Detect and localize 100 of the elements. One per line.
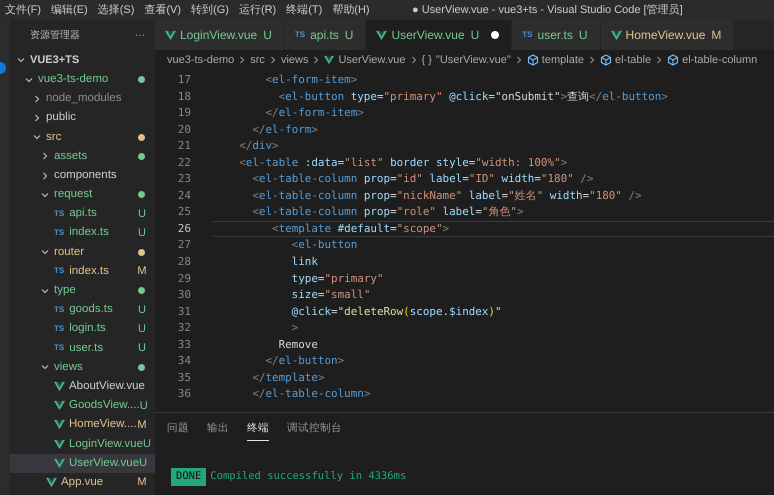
tree-item[interactable]: TS login.ts U: [10, 319, 155, 339]
ts-file-icon: TS: [54, 227, 64, 240]
breadcrumb-item[interactable]: "UserView.vue": [436, 52, 511, 68]
line-number: 25: [176, 204, 191, 220]
breadcrumb-item[interactable]: el-table-column: [682, 52, 758, 68]
line-number: 17: [176, 72, 191, 88]
vue-file-icon: [376, 30, 388, 40]
tree-item[interactable]: router: [10, 242, 155, 262]
status-badge: DONE: [171, 468, 206, 486]
breadcrumb-item[interactable]: vue3-ts-demo: [167, 52, 234, 68]
cube-icon: [667, 54, 680, 66]
code-line: <el-form-item>: [264, 72, 358, 88]
menu-item[interactable]: 选择(S): [92, 0, 140, 20]
vue-file-icon: [165, 30, 176, 40]
tree-item[interactable]: TS index.ts M: [10, 262, 155, 282]
line-number: 21: [176, 138, 191, 154]
code-line: </el-form-item>: [264, 105, 365, 122]
cube-icon: [600, 54, 612, 66]
code-line: <el-table-column prop="id" label="ID" width="180" />: [251, 171, 594, 188]
breadcrumb-item[interactable]: views: [280, 52, 308, 68]
line-number: 20: [176, 122, 191, 138]
line-number: 31: [176, 304, 191, 320]
chevron-right-icon[interactable]: [32, 112, 42, 123]
more-actions-button[interactable]: ···: [135, 28, 145, 42]
line-number: 26: [176, 220, 191, 237]
code-line: type="primary": [290, 270, 384, 287]
menu-item[interactable]: 终端(T): [281, 0, 328, 20]
line-number: 36: [176, 386, 191, 402]
unsaved-dot: [491, 31, 500, 39]
tree-item[interactable]: components: [10, 166, 155, 186]
code-line: <el-button type="primary" @click="onSubmit">查询</el-button>: [278, 88, 669, 105]
line-number: 24: [176, 188, 191, 204]
tree-item[interactable]: HomeView....M: [10, 415, 155, 435]
tree-item[interactable]: TS index.ts U: [10, 224, 155, 243]
vue-file-icon: [46, 477, 57, 488]
tree-item[interactable]: public: [10, 108, 155, 128]
editor-tab[interactable]: TS user.ts U: [512, 20, 601, 50]
chevron-right-icon[interactable]: [32, 94, 42, 104]
tree-item[interactable]: type: [10, 281, 155, 300]
vue-file-icon: [54, 381, 65, 392]
window-title: ● UserView.vue - vue3+ts - Visual Studio Code [管理员]: [412, 3, 683, 18]
braces-icon: { }: [422, 52, 432, 68]
tree-item[interactable]: src: [10, 128, 155, 147]
code-line: @click="deleteRow(scope.$index)": [290, 304, 503, 320]
code-line: <el-table-column prop="nickName" label="姓名" width="180" />: [251, 188, 643, 204]
menu-item[interactable]: 文件(F): [0, 0, 46, 20]
line-number: 28: [176, 254, 191, 270]
ts-file-icon: TS: [54, 265, 64, 278]
vue-file-icon: [54, 419, 65, 430]
ts-file-icon: TS: [54, 323, 64, 336]
sidebar-title: 资源管理器: [30, 28, 80, 42]
breadcrumb-item[interactable]: src: [250, 52, 265, 68]
menu-item[interactable]: 编辑(E): [46, 0, 93, 20]
tree-item[interactable]: App.vue M: [10, 472, 155, 492]
tree-item[interactable]: UserView.vueU: [10, 454, 155, 473]
code-line: <el-table-column prop="role" label="角色">: [251, 204, 525, 220]
tree-item[interactable]: TS user.ts U: [10, 338, 155, 358]
line-number: 34: [176, 353, 191, 370]
code-line: </el-table-column>: [251, 386, 372, 402]
chevron-down-icon[interactable]: [16, 55, 26, 65]
line-number: 32: [176, 320, 191, 336]
cube-icon: [526, 54, 539, 66]
tree-item[interactable]: assets: [10, 146, 155, 166]
chevron-right-icon[interactable]: [40, 170, 50, 181]
ts-file-icon: TS: [54, 342, 64, 354]
line-number: 19: [176, 105, 191, 122]
panel-tab[interactable]: 问题: [167, 413, 189, 441]
breadcrumb-item[interactable]: template: [542, 52, 584, 68]
line-number: 30: [176, 287, 191, 304]
editor-tab[interactable]: HomeView.vue M: [600, 20, 734, 50]
tree-item[interactable]: vue3-ts-demo: [10, 70, 155, 90]
tree-item[interactable]: views: [10, 358, 155, 377]
panel-tab[interactable]: 调试控制台: [287, 413, 342, 441]
code-line: </template>: [251, 370, 326, 386]
tree-item[interactable]: node_modules: [10, 89, 155, 108]
tree-item[interactable]: GoodsView....U: [10, 396, 155, 416]
menu-item[interactable]: 转到(G): [186, 0, 234, 20]
code-line: <el-table :data="list" border style="width: 100%">: [238, 154, 568, 171]
editor-tab[interactable]: LoginView.vue U: [155, 20, 285, 50]
tree-item[interactable]: LoginView.vueU: [10, 434, 155, 454]
tree-item[interactable]: request: [10, 185, 155, 204]
tree-item[interactable]: TS goods.ts U: [10, 300, 155, 320]
chevron-right-icon: [587, 55, 597, 65]
panel-tab[interactable]: 终端: [247, 413, 269, 441]
menu-item[interactable]: 查看(V): [139, 0, 186, 20]
ts-file-icon: TS: [522, 29, 533, 41]
code-line: </el-button>: [264, 353, 346, 370]
menu-item[interactable]: 帮助(H): [327, 0, 375, 20]
tree-item[interactable]: AboutView.vue: [10, 377, 155, 396]
panel-tab[interactable]: 输出: [207, 413, 229, 441]
editor-tab[interactable]: TS api.ts U: [284, 20, 366, 50]
breadcrumb-item[interactable]: el-table: [615, 52, 652, 68]
code-line: </div>: [238, 138, 280, 154]
chevron-right-icon[interactable]: [40, 151, 50, 162]
code-line: <template #default="scope">: [213, 220, 774, 238]
editor-tab[interactable]: UserView.vue U: [366, 20, 512, 50]
terminal-output: Compiled successfully in 4336ms: [210, 468, 406, 484]
tree-item[interactable]: TS api.ts U: [10, 204, 155, 224]
menu-item[interactable]: 运行(R): [234, 0, 282, 20]
breadcrumb-item[interactable]: UserView.vue: [338, 52, 406, 68]
